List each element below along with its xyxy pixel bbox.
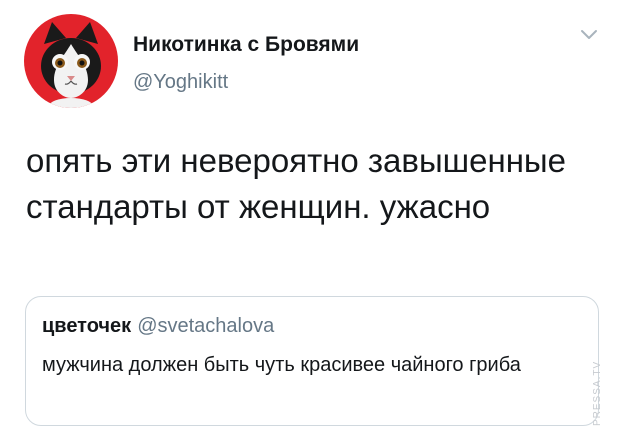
- watermark: PRESSA.TV: [592, 318, 606, 428]
- chevron-down-icon[interactable]: [579, 28, 599, 42]
- cat-avatar-icon: [41, 22, 101, 108]
- quoted-author-handle: @svetachalova: [137, 315, 275, 337]
- watermark-text: PRESSA.TV: [592, 360, 603, 426]
- quoted-author-name: цветочек: [42, 315, 132, 337]
- avatar[interactable]: [24, 14, 118, 108]
- quoted-tweet-header: цветочек @svetachalova: [42, 315, 274, 338]
- author-name[interactable]: Никотинка с Бровями: [133, 33, 359, 57]
- tweet-text: опять эти невероятно завышенные стандарт…: [26, 142, 567, 225]
- author-handle[interactable]: @Yoghikitt: [133, 71, 228, 94]
- quoted-tweet[interactable]: цветочек @svetachalova мужчина должен быт…: [25, 296, 599, 426]
- quoted-tweet-text: мужчина должен быть чуть красивее чайног…: [42, 354, 521, 376]
